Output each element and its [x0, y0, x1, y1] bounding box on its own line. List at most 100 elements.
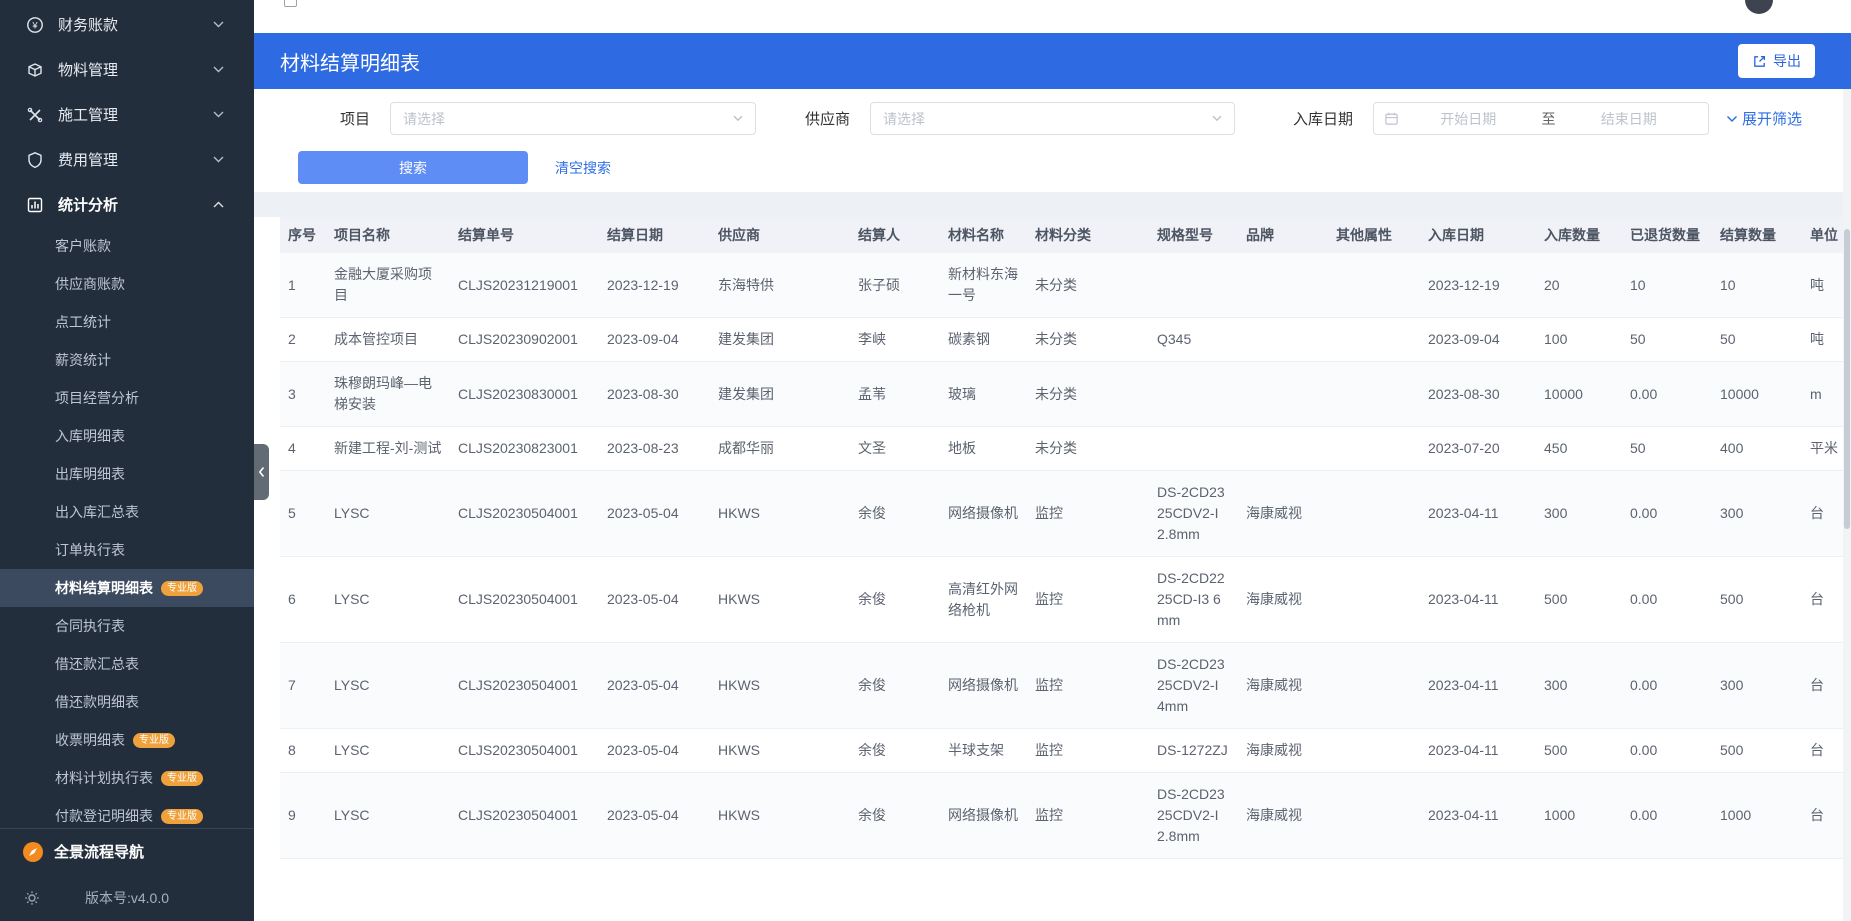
expand-filters-link[interactable]: 展开筛选 [1726, 108, 1802, 129]
end-date-input[interactable]: 结束日期 [1560, 109, 1699, 129]
sidebar-subitem[interactable]: 出库明细表 [0, 455, 254, 493]
table-row[interactable]: 7 LYSC CLJS20230504001 2023-05-04 HKWS 余… [280, 642, 1851, 729]
cell-settler: 文圣 [850, 426, 940, 471]
cell-supplier: 东海特供 [710, 253, 850, 318]
pro-badge: 专业版 [133, 732, 175, 748]
chevron-down-icon [213, 156, 224, 163]
table-row[interactable]: 4 新建工程-刘-测试 CLJS20230823001 2023-08-23 成… [280, 426, 1851, 471]
cell-brand [1238, 426, 1328, 471]
table-row[interactable]: 3 珠穆朗玛峰—电梯安装 CLJS20230830001 2023-08-30 … [280, 361, 1851, 427]
cell-inbound-qty: 450 [1536, 426, 1622, 471]
sidebar-subitem[interactable]: 供应商账款 [0, 265, 254, 303]
table-row[interactable]: 8 LYSC CLJS20230504001 2023-05-04 HKWS 余… [280, 728, 1851, 773]
panorama-nav-button[interactable]: 全景流程导航 [0, 828, 254, 874]
export-button[interactable]: 导出 [1738, 44, 1815, 78]
svg-text:¥: ¥ [31, 20, 38, 31]
cell-material-name: 网络摄像机 [940, 772, 1027, 859]
sidebar-item-expense[interactable]: 费用管理 [0, 137, 254, 182]
cell-brand: 海康威视 [1238, 772, 1328, 859]
sidebar-subitem-label: 收票明细表 [55, 732, 125, 748]
column-header: 品牌 [1238, 217, 1328, 253]
cell-supplier: HKWS [710, 772, 850, 859]
cell-settlement-date: 2023-12-19 [599, 253, 710, 318]
cell-returned-qty: 50 [1622, 317, 1712, 362]
results-table-container: 序号 项目名称 结算单号 结算日期 供应商 结算人 材料名称 材料分类 规格型号… [254, 217, 1851, 921]
cell-supplier: 建发集团 [710, 361, 850, 427]
sidebar-subitem[interactable]: 合同执行表 [0, 607, 254, 645]
sidebar-collapse-handle[interactable] [254, 444, 269, 500]
table-row[interactable]: 9 LYSC CLJS20230504001 2023-05-04 HKWS 余… [280, 772, 1851, 859]
cell-brand [1238, 317, 1328, 362]
sidebar-subitem[interactable]: 借还款明细表 [0, 683, 254, 721]
cell-settlement-no: CLJS20230504001 [450, 470, 599, 557]
cell-settlement-qty: 400 [1712, 426, 1802, 471]
start-date-input[interactable]: 开始日期 [1399, 109, 1538, 129]
cell-returned-qty: 10 [1622, 253, 1712, 318]
cell-index: 8 [280, 728, 326, 773]
cell-project-name: LYSC [326, 728, 450, 773]
inbound-date-filter-label: 入库日期 [1293, 111, 1354, 128]
section-divider [254, 192, 1851, 217]
pro-badge: 专业版 [161, 580, 203, 596]
cell-project-name: LYSC [326, 470, 450, 557]
cell-project-name: 成本管控项目 [326, 317, 450, 362]
cell-inbound-date: 2023-12-19 [1420, 253, 1536, 318]
cell-material-category: 监控 [1027, 772, 1149, 859]
top-tab-strip [254, 0, 1851, 33]
tab-checkbox[interactable] [284, 0, 297, 7]
cell-project-name: 珠穆朗玛峰—电梯安装 [326, 361, 450, 427]
sidebar-subitem[interactable]: 项目经营分析 [0, 379, 254, 417]
sidebar-subitem[interactable]: 收票明细表 专业版 [0, 721, 254, 759]
sidebar-item-material[interactable]: 物料管理 [0, 47, 254, 92]
cell-material-name: 网络摄像机 [940, 470, 1027, 557]
chevron-down-icon [733, 115, 743, 122]
cell-inbound-date: 2023-08-30 [1420, 361, 1536, 427]
cell-inbound-date: 2023-04-11 [1420, 772, 1536, 859]
sidebar-subitem[interactable]: 材料计划执行表 专业版 [0, 759, 254, 797]
cell-settlement-no: CLJS20230504001 [450, 772, 599, 859]
cell-inbound-qty: 20 [1536, 253, 1622, 318]
sidebar-item-statistics[interactable]: 统计分析 [0, 182, 254, 227]
sidebar-subitem[interactable]: 入库明细表 [0, 417, 254, 455]
sidebar-subitem[interactable]: 客户账款 [0, 227, 254, 265]
cell-settlement-date: 2023-05-04 [599, 556, 710, 643]
export-label: 导出 [1773, 53, 1801, 69]
cell-index: 2 [280, 317, 326, 362]
gear-icon[interactable] [24, 890, 40, 906]
sidebar-item-construction[interactable]: 施工管理 [0, 92, 254, 137]
sidebar-item-finance[interactable]: ¥ 财务账款 [0, 2, 254, 47]
cell-spec-model: DS-2CD2225CD-I3 6mm [1149, 556, 1238, 643]
vertical-scrollbar[interactable] [1843, 89, 1851, 921]
clear-search-link[interactable]: 清空搜索 [555, 158, 611, 178]
table-row[interactable]: 1 金融大厦采购项目 CLJS20231219001 2023-12-19 东海… [280, 253, 1851, 318]
sidebar-subitem[interactable]: 订单执行表 [0, 531, 254, 569]
cell-inbound-date: 2023-09-04 [1420, 317, 1536, 362]
search-button[interactable]: 搜索 [298, 151, 528, 184]
table-row[interactable]: 6 LYSC CLJS20230504001 2023-05-04 HKWS 余… [280, 556, 1851, 643]
supplier-select[interactable]: 请选择 [870, 102, 1236, 135]
sidebar-subitem[interactable]: 借还款汇总表 [0, 645, 254, 683]
cell-supplier: 成都华丽 [710, 426, 850, 471]
cell-settlement-qty: 300 [1712, 642, 1802, 729]
user-avatar[interactable] [1745, 0, 1773, 14]
cell-other-attrs [1328, 556, 1420, 643]
sidebar-subitem[interactable]: 薪资统计 [0, 341, 254, 379]
sidebar: ¥ 财务账款 物料管理 施工管理 费用管理 统计分析 客户账款 供应商账款 点工… [0, 0, 254, 921]
project-select[interactable]: 请选择 [390, 102, 756, 135]
cell-other-attrs [1328, 728, 1420, 773]
chevron-down-icon [213, 21, 224, 28]
cell-brand [1238, 253, 1328, 318]
cell-material-category: 监控 [1027, 556, 1149, 643]
sidebar-subitem[interactable]: 出入库汇总表 [0, 493, 254, 531]
sidebar-menu: ¥ 财务账款 物料管理 施工管理 费用管理 统计分析 客户账款 供应商账款 点工… [0, 0, 254, 835]
table-row[interactable]: 5 LYSC CLJS20230504001 2023-05-04 HKWS 余… [280, 470, 1851, 557]
scrollbar-thumb[interactable] [1844, 229, 1850, 529]
cell-settlement-date: 2023-05-04 [599, 728, 710, 773]
table-row[interactable]: 2 成本管控项目 CLJS20230902001 2023-09-04 建发集团… [280, 317, 1851, 362]
sidebar-subitem[interactable]: 点工统计 [0, 303, 254, 341]
cell-settlement-no: CLJS20230504001 [450, 556, 599, 643]
cell-settlement-date: 2023-08-30 [599, 361, 710, 427]
cell-spec-model: DS-2CD2325CDV2-I 2.8mm [1149, 470, 1238, 557]
sidebar-subitem[interactable]: 材料结算明细表 专业版 [0, 569, 254, 607]
inbound-date-range-input[interactable]: 开始日期 至 结束日期 [1373, 102, 1710, 135]
